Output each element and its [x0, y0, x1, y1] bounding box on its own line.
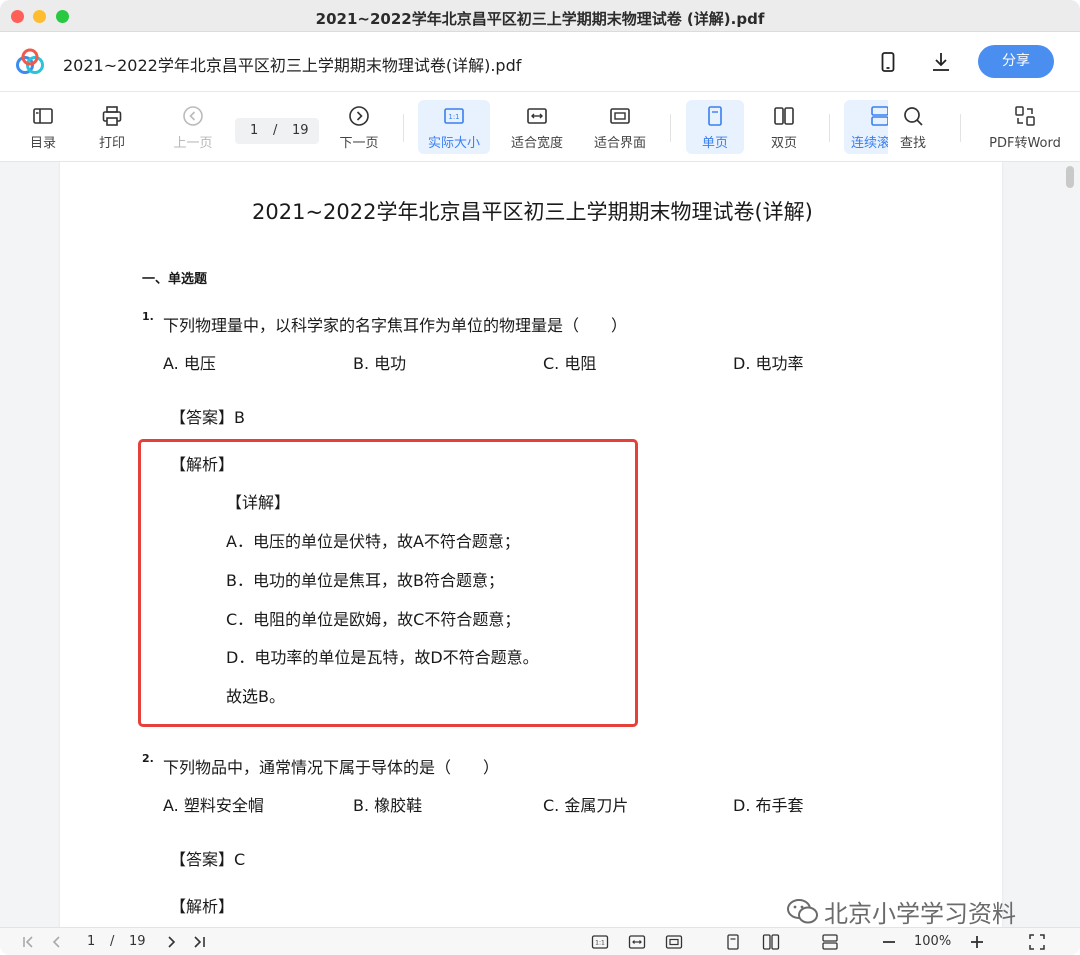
fit-page-icon[interactable] [665, 933, 683, 951]
svg-text:1:1: 1:1 [595, 940, 605, 947]
continuous-scroll-icon [871, 106, 888, 126]
bottom-total-pages: 19 [129, 934, 146, 949]
question-number: 2. [142, 752, 154, 765]
find-label: 查找 [899, 136, 926, 151]
printer-icon [102, 106, 122, 126]
bottom-current-page[interactable]: 1 [87, 934, 95, 949]
toc-label: 目录 [29, 136, 56, 151]
last-page-icon[interactable] [190, 933, 208, 951]
convert-icon [1015, 106, 1035, 126]
next-page-icon[interactable] [162, 933, 180, 951]
pdf-page: 2021~2022学年北京昌平区初三上学期期末物理试卷(详解) 一、单选题 1.… [60, 162, 1002, 927]
document-title: 2021~2022学年北京昌平区初三上学期期末物理试卷(详解).pdf [63, 56, 522, 75]
toolbar-divider [403, 114, 404, 142]
next-page-button[interactable]: 下一页 [334, 100, 384, 154]
double-page-icon [774, 107, 794, 125]
download-icon[interactable] [929, 50, 953, 74]
fit-page-icon [610, 108, 630, 124]
toolbar-divider [960, 114, 961, 142]
fit-width-icon[interactable] [628, 933, 646, 951]
watermark-text: 北京小学学习资料 [824, 900, 1016, 927]
option-d: D. 布手套 [733, 796, 804, 815]
first-page-icon[interactable] [20, 933, 38, 951]
actual-size-icon[interactable]: 1:1 [591, 933, 609, 951]
continuous-scroll-icon[interactable] [821, 933, 839, 951]
single-page-button[interactable]: 单页 [686, 100, 744, 154]
bottom-page-separator: / [110, 934, 115, 949]
vertical-scrollbar[interactable] [1066, 166, 1074, 188]
svg-text:1:1: 1:1 [448, 113, 459, 121]
print-button[interactable]: 打印 [89, 100, 135, 154]
app-window: 2021~2022学年北京昌平区初三上学期期末物理试卷 (详解).pdf 202… [0, 0, 1080, 955]
option-b: B. 电功 [353, 354, 407, 373]
continuous-scroll-button[interactable]: 连续滚 [844, 100, 888, 154]
chevron-right-circle-icon [349, 106, 369, 126]
single-page-icon[interactable] [724, 933, 742, 951]
window-title: 2021~2022学年北京昌平区初三上学期期末物理试卷 (详解).pdf [315, 10, 765, 28]
current-page: 1 [250, 123, 259, 138]
answer: 【答案】B [170, 408, 245, 427]
prev-page-icon[interactable] [48, 933, 66, 951]
option-b: B. 橡胶鞋 [353, 796, 423, 815]
fullscreen-icon[interactable] [1028, 933, 1046, 951]
watermark: 北京小学学习资料 [786, 894, 1016, 927]
status-bar: 1 / 19 1:1 100% [0, 927, 1080, 955]
print-label: 打印 [98, 136, 125, 151]
phone-icon[interactable] [876, 50, 900, 74]
fit-width-icon [527, 108, 547, 124]
toolbar: 目录 打印 上一页 1 / 19 下一页 1:1 实际大小 适合宽度 适合界面 … [0, 92, 1080, 162]
prev-page-button[interactable]: 上一页 [168, 100, 218, 154]
question-text: 下列物品中，通常情况下属于导体的是（ ） [163, 758, 500, 777]
zoom-out-icon[interactable] [880, 933, 898, 951]
pdf-to-word-label: PDF转Word [989, 136, 1061, 151]
toolbar-divider [670, 114, 671, 142]
fit-width-label: 适合宽度 [510, 136, 563, 151]
page-separator: / [273, 123, 278, 138]
option-c: C. 金属刀片 [543, 796, 629, 815]
option-a: A. 塑料安全帽 [163, 796, 264, 815]
single-page-icon [708, 106, 722, 126]
fit-page-button[interactable]: 适合界面 [588, 100, 652, 154]
sidebar-icon [33, 108, 53, 124]
prev-page-label: 上一页 [173, 136, 213, 151]
toolbar-divider [829, 114, 830, 142]
analysis-label: 【解析】 [170, 897, 235, 916]
wechat-icon [787, 899, 818, 924]
header-bar: 2021~2022学年北京昌平区初三上学期期末物理试卷(详解).pdf 分享 [0, 32, 1080, 92]
question-text: 下列物理量中，以科学家的名字焦耳作为单位的物理量是（ ） [163, 316, 628, 335]
title-bar: 2021~2022学年北京昌平区初三上学期期末物理试卷 (详解).pdf [0, 0, 1080, 32]
question-number: 1. [142, 310, 154, 323]
double-page-icon[interactable] [762, 933, 780, 951]
actual-size-label: 实际大小 [427, 136, 480, 151]
section-heading: 一、单选题 [142, 272, 208, 287]
pdf-title: 2021~2022学年北京昌平区初三上学期期末物理试卷(详解) [252, 200, 813, 224]
document-viewport[interactable]: 2021~2022学年北京昌平区初三上学期期末物理试卷(详解) 一、单选题 1.… [0, 162, 1080, 927]
pdf-to-word-button[interactable]: PDF转Word [982, 100, 1068, 154]
single-page-label: 单页 [701, 136, 728, 151]
option-d: D. 电功率 [733, 354, 804, 373]
double-page-label: 双页 [770, 136, 797, 151]
actual-size-button[interactable]: 1:1 实际大小 [418, 100, 490, 154]
total-pages: 19 [292, 123, 309, 138]
zoom-level: 100% [914, 934, 952, 949]
double-page-button[interactable]: 双页 [756, 100, 812, 154]
highlight-box [138, 439, 638, 727]
chevron-left-circle-icon [183, 106, 203, 126]
find-button[interactable]: 查找 [890, 100, 936, 154]
fit-page-label: 适合界面 [593, 136, 646, 151]
continuous-scroll-label: 连续滚 [851, 136, 888, 151]
search-icon [904, 107, 923, 126]
fit-width-button[interactable]: 适合宽度 [505, 100, 569, 154]
zoom-in-icon[interactable] [968, 933, 986, 951]
page-number-input[interactable]: 1 / 19 [235, 118, 319, 144]
share-button[interactable]: 分享 [978, 45, 1054, 78]
next-page-label: 下一页 [339, 136, 379, 151]
answer: 【答案】C [170, 850, 246, 869]
option-a: A. 电压 [163, 354, 216, 373]
baidu-netdisk-logo-icon [16, 48, 44, 74]
option-c: C. 电阻 [543, 354, 597, 373]
toc-button[interactable]: 目录 [20, 100, 66, 154]
actual-size-icon: 1:1 [444, 108, 464, 124]
